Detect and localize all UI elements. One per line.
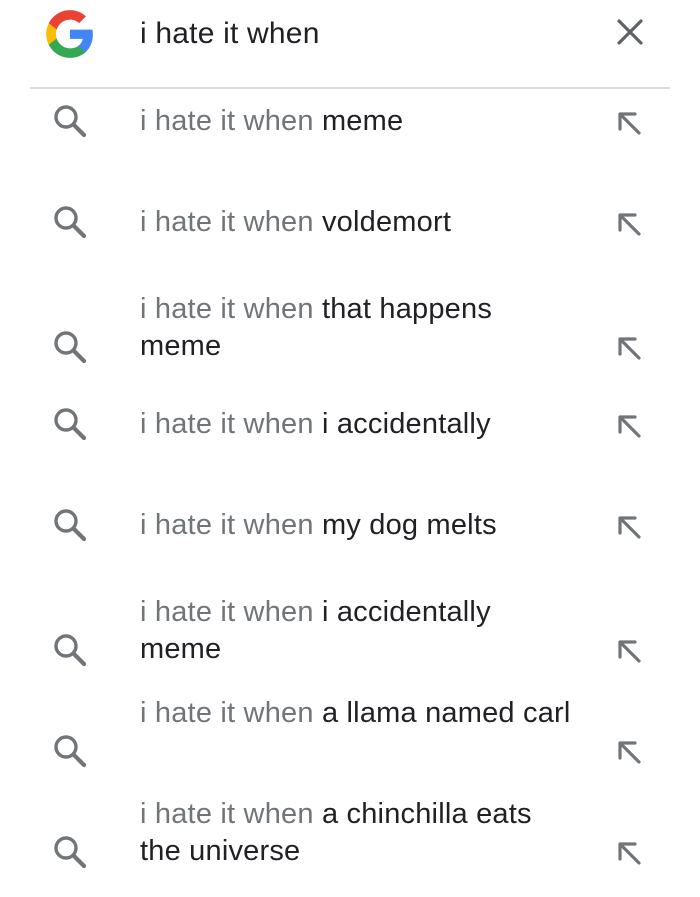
- suggestion-completion: a llama named carl: [313, 697, 571, 729]
- suggestion-text: i hate it when my dog melts: [140, 507, 580, 544]
- suggestion-prefix: i hate it when: [140, 105, 314, 137]
- suggestion-row[interactable]: i hate it when i accidentally: [0, 392, 700, 493]
- fill-query-arrow-icon[interactable]: [612, 106, 646, 140]
- fill-query-arrow-icon[interactable]: [612, 409, 646, 443]
- suggestion-prefix: i hate it when: [140, 509, 314, 541]
- suggestion-row[interactable]: i hate it when my dog melts: [0, 493, 700, 594]
- suggestion-text: i hate it when voldemort: [140, 204, 580, 241]
- fill-query-arrow-icon[interactable]: [612, 331, 646, 365]
- suggestion-completion: meme: [313, 105, 404, 137]
- suggestion-text: i hate it when i accidentally: [140, 406, 580, 443]
- search-icon: [54, 634, 87, 667]
- suggestion-row[interactable]: i hate it when that happens meme: [0, 291, 700, 392]
- suggestion-row[interactable]: i hate it when a chinchilla eats the uni…: [0, 796, 700, 897]
- search-icon: [54, 206, 87, 239]
- search-icon: [54, 836, 87, 869]
- suggestion-row[interactable]: i hate it when voldemort: [0, 190, 700, 291]
- fill-query-arrow-icon[interactable]: [612, 207, 646, 241]
- search-icon: [54, 105, 87, 138]
- search-icon: [54, 735, 87, 768]
- suggestion-text: i hate it when meme: [140, 103, 580, 140]
- search-icon: [54, 509, 87, 542]
- suggestion-completion: voldemort: [313, 206, 452, 238]
- fill-query-arrow-icon[interactable]: [612, 510, 646, 544]
- suggestion-prefix: i hate it when: [140, 293, 314, 325]
- suggestion-prefix: i hate it when: [140, 206, 314, 238]
- search-input[interactable]: i hate it when: [140, 12, 320, 56]
- google-logo-icon: [46, 10, 93, 58]
- suggestion-completion: my dog melts: [313, 509, 497, 541]
- suggestion-prefix: i hate it when: [140, 596, 314, 628]
- suggestion-row[interactable]: i hate it when i accidentally meme: [0, 594, 700, 695]
- suggestion-row[interactable]: i hate it when meme: [0, 89, 700, 190]
- suggestion-text: i hate it when a llama named carl: [140, 695, 580, 732]
- suggestion-text: i hate it when that happens meme: [140, 291, 580, 365]
- suggestion-prefix: i hate it when: [140, 798, 314, 830]
- search-bar: i hate it when: [0, 0, 700, 88]
- suggestion-prefix: i hate it when: [140, 697, 314, 729]
- suggestion-completion: i accidentally: [313, 408, 491, 440]
- suggestion-list: i hate it when meme i hate it when volde…: [0, 89, 700, 897]
- suggestion-prefix: i hate it when: [140, 408, 314, 440]
- search-icon: [54, 331, 87, 364]
- fill-query-arrow-icon[interactable]: [612, 836, 646, 870]
- fill-query-arrow-icon[interactable]: [612, 735, 646, 769]
- search-screen: i hate it when i hate it when meme i hat…: [0, 0, 700, 887]
- suggestion-text: i hate it when i accidentally meme: [140, 594, 580, 668]
- close-icon[interactable]: [612, 14, 648, 50]
- suggestion-row[interactable]: i hate it when a llama named carl: [0, 695, 700, 796]
- suggestion-text: i hate it when a chinchilla eats the uni…: [140, 796, 580, 870]
- fill-query-arrow-icon[interactable]: [612, 634, 646, 668]
- search-icon: [54, 408, 87, 441]
